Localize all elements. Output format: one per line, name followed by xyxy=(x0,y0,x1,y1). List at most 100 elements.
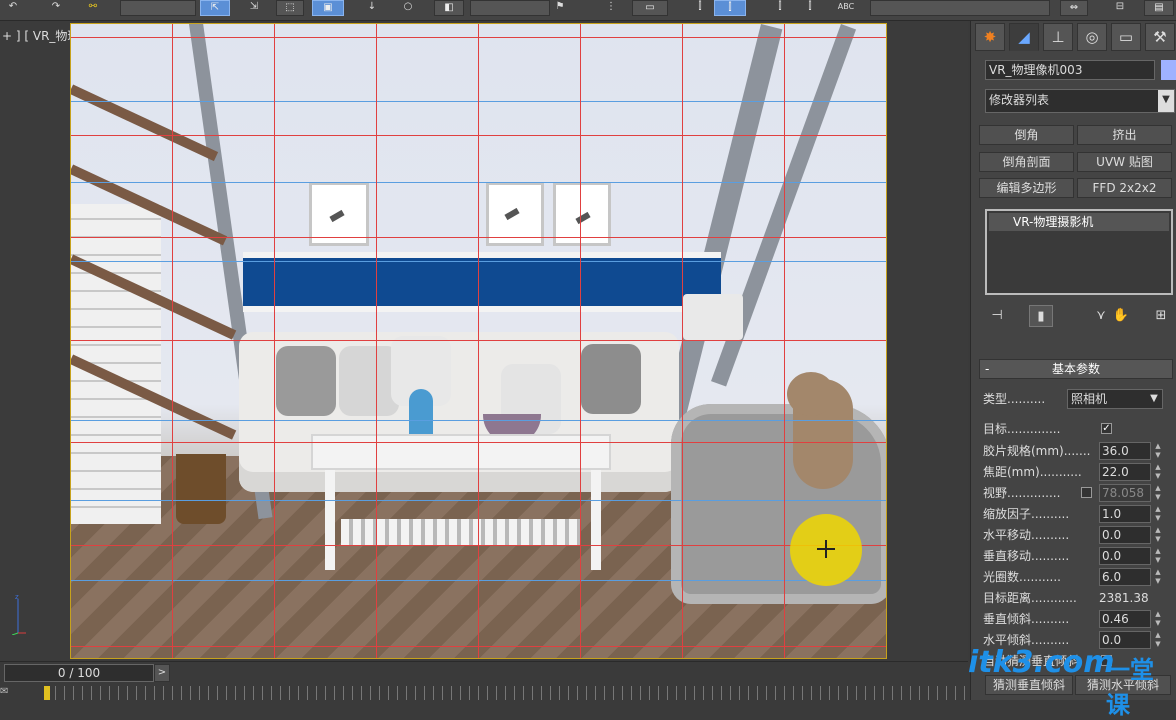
safe-frame-line xyxy=(784,24,785,658)
stack-item[interactable]: VR-物理摄影机 xyxy=(989,213,1169,231)
time-slider[interactable]: 0 / 100 > ✉ xyxy=(0,661,968,701)
snap-icon[interactable]: ⋮ xyxy=(604,0,618,16)
param-label: 垂直倾斜.......... xyxy=(983,612,1070,626)
safe-frame-line xyxy=(172,24,173,658)
param-label: 光圈数........... xyxy=(983,570,1061,584)
redo-icon[interactable]: ↷ xyxy=(48,0,64,16)
tab-utilities-icon[interactable]: ⚒ xyxy=(1145,23,1175,51)
f-number-input[interactable]: 6.0 xyxy=(1099,568,1151,586)
safe-frame-line xyxy=(682,24,683,658)
param-label: 胶片规格(mm)....... xyxy=(983,444,1091,458)
named-selection-dropdown[interactable] xyxy=(870,0,1050,16)
object-color-swatch[interactable] xyxy=(1161,60,1176,80)
watermark-logo: itk3.com xyxy=(968,645,1115,680)
select-by-name-icon[interactable]: ⇲ xyxy=(240,0,268,16)
camera-type-value: 照相机 xyxy=(1071,392,1108,406)
param-vtilt-row: 垂直倾斜.......... 0.46 ▲ ▼ xyxy=(983,609,1175,629)
layer-icon[interactable]: ▤ xyxy=(1144,0,1174,16)
rotate-icon[interactable]: ○ xyxy=(396,0,420,16)
rect-region-icon[interactable]: ⬚ xyxy=(276,0,304,16)
remove-modifier-icon[interactable]: ✋ xyxy=(1109,305,1133,327)
watermark-cn: 一堂课 xyxy=(1106,656,1154,719)
safe-frame-line xyxy=(376,24,377,658)
param-label: 水平移动.......... xyxy=(983,528,1070,542)
render-text-icon[interactable]: ABC xyxy=(834,0,858,16)
vertical-shift-input[interactable]: 0.0 xyxy=(1099,547,1151,565)
modifier-button-ffd[interactable]: FFD 2x2x2 xyxy=(1077,178,1172,198)
param-label: 目标距离............ xyxy=(983,591,1077,605)
select-object-icon[interactable]: ⇱ xyxy=(200,0,230,16)
modifier-button-extrude[interactable]: 挤出 xyxy=(1077,125,1172,145)
tab-hierarchy-icon[interactable]: ⊥ xyxy=(1043,23,1073,51)
modifier-list-dropdown[interactable]: 修改器列表 ▼ xyxy=(985,89,1175,113)
safe-frame-line xyxy=(478,24,479,658)
show-end-result-icon[interactable]: ▮ xyxy=(1029,305,1053,327)
vertical-tilt-input[interactable]: 0.46 xyxy=(1099,610,1151,628)
param-label: 垂直移动.......... xyxy=(983,549,1070,563)
spinner-arrows-icon[interactable]: ▲ ▼ xyxy=(1153,547,1163,565)
tab-display-icon[interactable]: ▭ xyxy=(1111,23,1141,51)
move-icon[interactable]: ↓ xyxy=(362,0,382,16)
safe-frame-line xyxy=(274,24,275,658)
snaps-toggle-icon[interactable]: ⫿ xyxy=(690,0,710,16)
focal-length-input[interactable]: 22.0 xyxy=(1099,463,1151,481)
table-shelf xyxy=(341,519,581,545)
camera-view-render[interactable] xyxy=(70,23,887,659)
modifier-button-uvw-map[interactable]: UVW 贴图 xyxy=(1077,152,1172,172)
spinner-arrows-icon[interactable]: ▲ ▼ xyxy=(1153,568,1163,586)
angle-snap-icon[interactable]: ⫿ xyxy=(714,0,746,16)
link-icon[interactable]: ⚯ xyxy=(84,0,102,16)
mini-curve-editor-icon[interactable]: ✉ xyxy=(0,686,20,700)
spinner-arrows-icon[interactable]: ▲ ▼ xyxy=(1153,442,1163,460)
spinner-arrows-icon[interactable]: ▲ ▼ xyxy=(1153,610,1163,628)
pin-icon[interactable]: ⊣ xyxy=(985,305,1009,327)
target-checkbox[interactable]: ✓ xyxy=(1101,423,1112,434)
frame-readout[interactable]: 0 / 100 xyxy=(4,664,154,682)
armchair xyxy=(671,404,886,604)
configure-sets-icon[interactable]: ⊞ xyxy=(1149,305,1173,327)
spinner-arrows-icon[interactable]: ▲ ▼ xyxy=(1153,526,1163,544)
mirror-icon[interactable]: ⇔ xyxy=(1060,0,1088,16)
keyboard-shortcut-icon[interactable]: ▭ xyxy=(632,0,668,16)
tab-modify-icon[interactable]: ◢ xyxy=(1009,23,1039,51)
modifier-stack[interactable]: VR-物理摄影机 xyxy=(985,209,1173,295)
modifier-button-bevel-profile[interactable]: 倒角剖面 xyxy=(979,152,1074,172)
table-leg xyxy=(325,470,335,570)
param-zoom-row: 缩放因子.......... 1.0 ▲ ▼ xyxy=(983,504,1175,524)
modifier-button-edit-poly[interactable]: 编辑多边形 xyxy=(979,178,1074,198)
scale-icon[interactable]: ◧ xyxy=(434,0,464,16)
fov-checkbox[interactable] xyxy=(1081,487,1092,498)
param-type-row: 类型.......... 照相机 ▼ xyxy=(983,389,1175,409)
chevron-down-icon[interactable]: ▼ xyxy=(1146,390,1162,408)
undo-icon[interactable]: ↶ xyxy=(6,0,20,16)
spinner-arrows-icon[interactable]: ▲ ▼ xyxy=(1153,631,1163,649)
tab-create-icon[interactable]: ✸ xyxy=(975,23,1005,51)
reference-coord-dropdown[interactable] xyxy=(470,0,550,16)
pillow xyxy=(339,346,399,416)
spinner-snap-icon[interactable]: ⫿ xyxy=(800,0,820,16)
horizontal-shift-input[interactable]: 0.0 xyxy=(1099,526,1151,544)
pivot-icon[interactable]: ⚑ xyxy=(552,0,568,16)
zoom-factor-input[interactable]: 1.0 xyxy=(1099,505,1151,523)
selection-filter-dropdown[interactable] xyxy=(120,0,196,16)
spinner-arrows-icon: ▲ ▼ xyxy=(1155,484,1161,501)
align-icon[interactable]: ⊟ xyxy=(1110,0,1130,16)
object-name-field[interactable]: VR_物理像机003 xyxy=(985,60,1155,80)
table-leg xyxy=(591,470,601,570)
param-focal-row: 焦距(mm)........... 22.0 ▲ ▼ xyxy=(983,462,1175,482)
tab-motion-icon[interactable]: ◎ xyxy=(1077,23,1107,51)
modifier-button-bevel[interactable]: 倒角 xyxy=(979,125,1074,145)
film-gate-input[interactable]: 36.0 xyxy=(1099,442,1151,460)
camera-type-dropdown[interactable]: 照相机 ▼ xyxy=(1067,389,1163,409)
rollout-basic-params[interactable]: - 基本参数 xyxy=(979,359,1173,379)
param-target-row: 目标.............. ✓ xyxy=(983,419,1175,439)
track-bar[interactable] xyxy=(46,686,966,700)
chevron-down-icon[interactable]: ▼ xyxy=(1158,90,1174,112)
param-fnumber-row: 光圈数........... 6.0 ▲ ▼ xyxy=(983,567,1175,587)
spinner-arrows-icon[interactable]: ▲ ▼ xyxy=(1153,463,1163,481)
spinner-arrows-icon[interactable]: ▲ ▼ xyxy=(1153,505,1163,523)
percent-snap-icon[interactable]: ⫿ xyxy=(770,0,790,16)
next-frame-button[interactable]: > xyxy=(154,664,170,682)
window-crossing-icon[interactable]: ▣ xyxy=(312,0,344,16)
playhead[interactable] xyxy=(44,686,50,700)
